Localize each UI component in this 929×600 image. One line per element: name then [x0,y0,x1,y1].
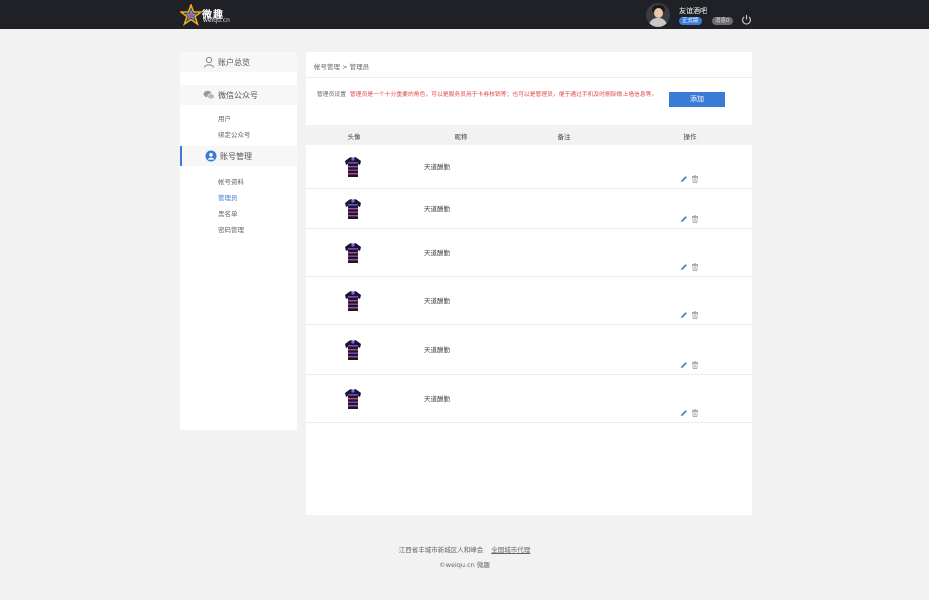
column-header-nickname: 昵称 [454,133,468,141]
user-area: 友谊酒吧 正式版 消息0 [646,3,756,27]
wechat-icon [203,90,215,100]
footer-copyright: ©weiqu.cn 微趣 [439,561,490,569]
admin-nickname: 天道酬勤 [424,346,450,354]
sidebar-item-overview[interactable]: 账户总览 [180,52,297,72]
trash-icon[interactable] [691,409,699,417]
user-icon [204,56,214,68]
sidebar-link-admins[interactable]: 管理员 [218,192,238,202]
avatar[interactable] [646,3,670,27]
breadcrumb: 帐号管理 > 管理员 [314,63,370,71]
sidebar-item-account[interactable]: 账号管理 [180,146,297,166]
sidebar-item-label: 微信公众号 [218,91,258,100]
admin-nickname: 天道酬勤 [424,205,450,213]
table-header: 头像 昵称 备注 操作 [306,125,752,145]
trash-icon[interactable] [691,311,699,319]
add-admin-button[interactable]: 添加 [669,92,725,107]
message-badge[interactable]: 消息0 [712,17,733,25]
column-header-remark: 备注 [557,133,571,141]
admin-notice: 管理员设置 管理员是一个十分重要的角色，可以是服务员用于卡券核销等；也可以是管理员… [317,89,662,101]
admin-nickname: 天道酬勤 [424,163,450,171]
column-header-avatar: 头像 [347,133,361,141]
table-row: 天道酬勤 [306,325,752,375]
power-icon[interactable] [741,14,752,25]
sidebar-link-blacklist[interactable]: 黑名单 [218,208,238,218]
admin-avatar [344,198,362,220]
table-row: 天道酬勤 [306,375,752,423]
trash-icon[interactable] [691,215,699,223]
edit-icon[interactable] [680,263,688,271]
admin-avatar [344,242,362,264]
admin-avatar [344,388,362,410]
version-badge: 正式版 [679,17,702,25]
table-row: 天道酬勤 [306,145,752,189]
trash-icon[interactable] [691,175,699,183]
sidebar-link-users[interactable]: 用户 [218,113,231,123]
table-row: 天道酬勤 [306,229,752,277]
trash-icon[interactable] [691,361,699,369]
divider [306,77,752,78]
sidebar-link-profile[interactable]: 帐号资料 [218,176,244,186]
logo[interactable]: 微趣 weiqu.cn [180,4,240,26]
trash-icon[interactable] [691,263,699,271]
column-header-actions: 操作 [683,133,697,141]
sidebar-item-label: 账户总览 [218,58,250,67]
star-logo-icon [180,4,202,26]
sidebar: 账户总览 微信公众号 用户 绑定公众号 账号管理 帐号资料 管理员 黑名单 密码… [180,52,297,430]
edit-icon[interactable] [680,409,688,417]
edit-icon[interactable] [680,361,688,369]
table-row: 天道酬勤 [306,277,752,325]
admin-nickname: 天道酬勤 [424,249,450,257]
admin-nickname: 天道酬勤 [424,395,450,403]
table-row: 天道酬勤 [306,189,752,229]
sidebar-item-label: 账号管理 [220,152,252,161]
notice-text: 管理员是一个十分重要的角色，可以是服务员用于卡券核销等；也可以是管理员，便于通过… [350,92,658,98]
admin-nickname: 天道酬勤 [424,297,450,305]
logo-domain: weiqu.cn [203,17,230,24]
notice-label: 管理员设置 [317,92,346,98]
main-panel: 帐号管理 > 管理员 管理员设置 管理员是一个十分重要的角色，可以是服务员用于卡券… [306,52,752,515]
sidebar-link-password[interactable]: 密码管理 [218,224,244,234]
account-icon [205,150,217,162]
sidebar-link-bind-account[interactable]: 绑定公众号 [218,129,251,139]
top-bar: 微趣 weiqu.cn 友谊酒吧 正式版 消息0 [0,0,929,29]
footer-address: 江西省丰城市新城区人和峰会 [398,546,484,554]
footer-agent-link[interactable]: 全国城市代理 [491,546,530,554]
edit-icon[interactable] [680,175,688,183]
admin-avatar [344,290,362,312]
admin-avatar [344,339,362,361]
admin-avatar [344,156,362,178]
edit-icon[interactable] [680,311,688,319]
sidebar-item-wechat[interactable]: 微信公众号 [180,85,297,105]
user-name[interactable]: 友谊酒吧 [679,6,707,16]
edit-icon[interactable] [680,215,688,223]
footer-address-line: 江西省丰城市新城区人和峰会 全国城市代理 [0,544,929,554]
